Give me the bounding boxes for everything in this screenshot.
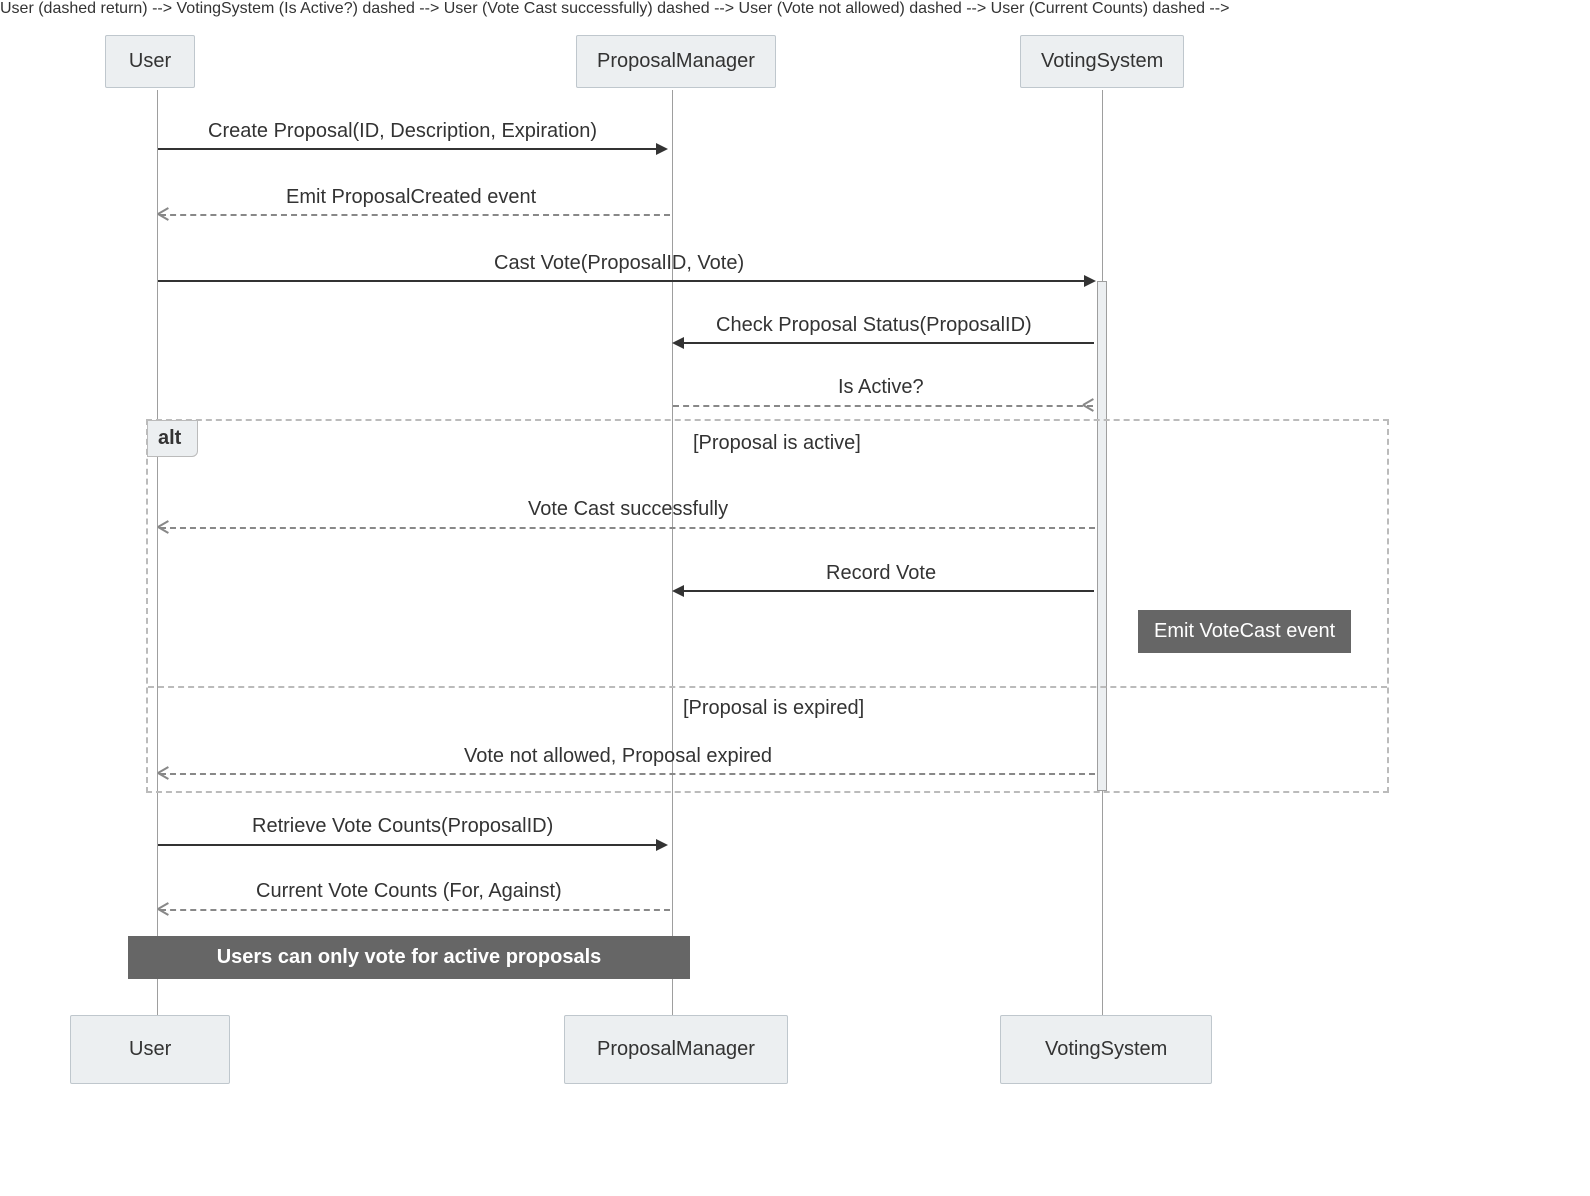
arrow-m7	[678, 590, 1094, 592]
alt-fragment: alt	[146, 419, 1389, 793]
alt-condition-expired: [Proposal is expired]	[683, 697, 864, 720]
message-vote-cast-success: Vote Cast successfully	[528, 498, 728, 521]
participant-proposal-manager-bottom: ProposalManager	[564, 1015, 788, 1084]
arrow-m1	[158, 148, 660, 150]
arrow-m3	[158, 280, 1088, 282]
participant-voting-system-top: VotingSystem	[1020, 35, 1184, 88]
participant-label: ProposalManager	[597, 50, 755, 72]
sequence-diagram: User ProposalManager VotingSystem User P…	[0, 0, 1590, 1196]
participant-label: VotingSystem	[1041, 50, 1163, 72]
arrow-m5	[673, 405, 1093, 407]
arrowhead-m1	[656, 143, 668, 155]
message-check-status: Check Proposal Status(ProposalID)	[716, 314, 1032, 337]
message-create-proposal: Create Proposal(ID, Description, Expirat…	[208, 120, 597, 143]
arrow-m4	[678, 342, 1094, 344]
participant-user-bottom: User	[70, 1015, 230, 1084]
message-proposal-created: Emit ProposalCreated event	[286, 186, 536, 209]
arrowhead-m3	[1084, 275, 1096, 287]
arrow-m6	[160, 527, 1095, 529]
arrow-m8	[160, 773, 1095, 775]
participant-proposal-manager-top: ProposalManager	[576, 35, 776, 88]
participant-label: User	[129, 50, 171, 72]
message-current-counts: Current Vote Counts (For, Against)	[256, 880, 562, 903]
message-cast-vote: Cast Vote(ProposalID, Vote)	[494, 252, 744, 275]
alt-label: alt	[147, 420, 198, 457]
participant-label: VotingSystem	[1045, 1038, 1167, 1060]
note-footer: Users can only vote for active proposals	[128, 936, 690, 979]
arrow-m9	[158, 844, 660, 846]
participant-voting-system-bottom: VotingSystem	[1000, 1015, 1212, 1084]
message-retrieve-counts: Retrieve Vote Counts(ProposalID)	[252, 815, 553, 838]
note-text: Users can only vote for active proposals	[217, 946, 602, 968]
message-vote-not-allowed: Vote not allowed, Proposal expired	[464, 745, 772, 768]
arrow-m10	[160, 909, 670, 911]
note-vote-cast: Emit VoteCast event	[1138, 610, 1351, 653]
arrow-m2	[160, 214, 670, 216]
message-is-active: Is Active?	[838, 376, 924, 399]
participant-label: ProposalManager	[597, 1038, 755, 1060]
alt-divider	[148, 686, 1387, 688]
message-record-vote: Record Vote	[826, 562, 936, 585]
alt-condition-active: [Proposal is active]	[693, 432, 861, 455]
note-text: Emit VoteCast event	[1154, 620, 1335, 642]
arrowhead-m7	[672, 585, 684, 597]
participant-user-top: User	[105, 35, 195, 88]
arrowhead-m9	[656, 839, 668, 851]
participant-label: User	[129, 1038, 171, 1060]
arrowhead-m4	[672, 337, 684, 349]
